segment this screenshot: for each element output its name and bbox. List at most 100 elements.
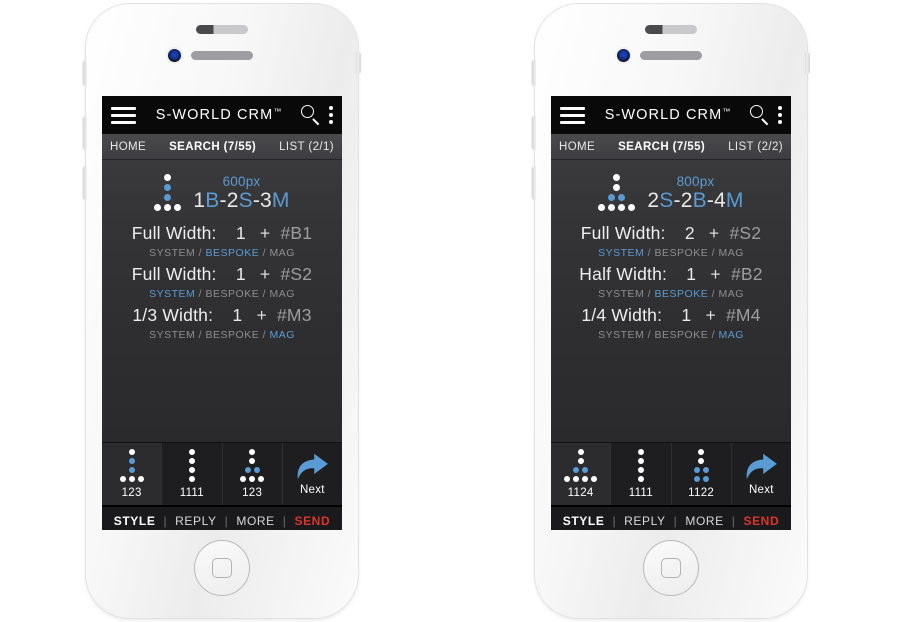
quantity-value[interactable]: 1 xyxy=(232,223,250,244)
style-button[interactable]: STYLE xyxy=(563,514,605,528)
nav-tabs: HOME SEARCH (7/55) LIST (2/2) xyxy=(551,134,791,160)
width-label: Full Width: xyxy=(131,264,232,284)
dot-white xyxy=(258,476,265,482)
increment-button[interactable]: + xyxy=(246,305,277,325)
hamburger-icon[interactable] xyxy=(111,106,136,124)
dot-row xyxy=(188,449,195,455)
more-button[interactable]: MORE xyxy=(236,514,274,528)
dot-white xyxy=(154,203,162,211)
silent-switch[interactable] xyxy=(83,60,87,86)
option-mag[interactable]: MAG xyxy=(270,288,295,300)
width-label: Half Width: xyxy=(579,264,683,284)
dot-white xyxy=(164,203,172,211)
forward-arrow-icon xyxy=(298,453,329,480)
forward-arrow-icon xyxy=(747,453,778,480)
option-bespoke[interactable]: BESPOKE xyxy=(206,329,260,341)
screen-right: S-WORLD CRM™ HOME SEARCH (7/55) LIST (2/2) 8… xyxy=(551,96,791,530)
tab-home[interactable]: HOME xyxy=(110,141,146,153)
option-mag[interactable]: MAG xyxy=(270,247,295,259)
pattern-button-1111[interactable]: 1111 xyxy=(162,443,223,505)
pattern-button-next[interactable]: Next xyxy=(283,443,342,505)
pattern-button-next[interactable]: Next xyxy=(732,443,791,505)
tab-list[interactable]: LIST (2/2) xyxy=(728,141,783,153)
pattern-caption: 123 xyxy=(121,487,142,499)
quantity-value[interactable]: 1 xyxy=(682,264,700,285)
option-system[interactable]: SYSTEM xyxy=(598,247,644,259)
increment-button[interactable]: + xyxy=(250,223,281,243)
quantity-value[interactable]: 1 xyxy=(232,264,250,285)
option-bespoke[interactable]: BESPOKE xyxy=(655,288,709,300)
option-bespoke[interactable]: BESPOKE xyxy=(206,247,260,259)
send-button[interactable]: SEND xyxy=(294,514,330,528)
config-row-main: Half Width: 1 + #B2 xyxy=(551,264,791,285)
option-separator: / xyxy=(708,288,719,300)
home-button[interactable] xyxy=(643,540,699,596)
dot-row xyxy=(613,183,621,191)
option-system[interactable]: SYSTEM xyxy=(149,329,195,341)
tab-list[interactable]: LIST (2/1) xyxy=(279,141,334,153)
power-button[interactable] xyxy=(806,52,810,74)
phone-device-right: S-WORLD CRM™ HOME SEARCH (7/55) LIST (2/2) 8… xyxy=(532,4,810,618)
tab-search[interactable]: SEARCH (7/55) xyxy=(618,141,705,153)
pattern-button-123[interactable]: 123 xyxy=(102,443,163,505)
pattern-button-1111[interactable]: 1111 xyxy=(611,443,672,505)
volume-down-button[interactable] xyxy=(532,166,536,200)
pattern-caption: 1122 xyxy=(688,487,715,499)
option-bespoke[interactable]: BESPOKE xyxy=(655,329,709,341)
option-bespoke[interactable]: BESPOKE xyxy=(206,288,260,300)
increment-button[interactable]: + xyxy=(695,305,726,325)
increment-button[interactable]: + xyxy=(700,264,731,284)
dot-white xyxy=(698,449,705,455)
pattern-button-1124[interactable]: 1124 xyxy=(551,443,612,505)
send-button[interactable]: SEND xyxy=(743,514,779,528)
option-mag[interactable]: MAG xyxy=(719,329,744,341)
earpiece-speaker xyxy=(640,51,702,60)
config-row-main: Full Width: 1 + #S2 xyxy=(102,264,342,285)
dot-white xyxy=(577,449,584,455)
search-icon[interactable] xyxy=(750,104,771,126)
volume-up-button[interactable] xyxy=(83,116,87,150)
dot-white xyxy=(128,476,135,482)
kebab-menu-icon[interactable] xyxy=(329,106,333,124)
power-button[interactable] xyxy=(357,52,361,74)
more-button[interactable]: MORE xyxy=(685,514,723,528)
volume-up-button[interactable] xyxy=(532,116,536,150)
dot-white xyxy=(591,476,598,482)
reply-button[interactable]: REPLY xyxy=(175,514,216,528)
option-system[interactable]: SYSTEM xyxy=(149,288,195,300)
quantity-value[interactable]: 1 xyxy=(228,305,246,326)
option-separator: / xyxy=(259,247,270,259)
option-mag[interactable]: MAG xyxy=(719,247,744,259)
hamburger-icon[interactable] xyxy=(560,106,585,124)
kebab-menu-icon[interactable] xyxy=(778,106,782,124)
search-icon[interactable] xyxy=(301,104,322,126)
config-row-main: 1/4 Width: 1 + #M4 xyxy=(551,305,791,326)
summary-row: 600px 1B-2S-3M xyxy=(102,160,342,218)
pattern-button-1122[interactable]: 1122 xyxy=(672,443,732,505)
quantity-value[interactable]: 1 xyxy=(677,305,695,326)
option-bespoke[interactable]: BESPOKE xyxy=(655,247,709,259)
front-camera-icon xyxy=(617,49,630,62)
silent-switch[interactable] xyxy=(532,60,536,86)
option-system[interactable]: SYSTEM xyxy=(598,288,644,300)
pattern-button-123[interactable]: 123 xyxy=(223,443,283,505)
config-row: 1/3 Width: 1 + #M3 SYSTEM / BESPOKE / MAG xyxy=(102,300,342,341)
style-button[interactable]: STYLE xyxy=(114,514,156,528)
increment-button[interactable]: + xyxy=(699,223,730,243)
tab-home[interactable]: HOME xyxy=(559,141,595,153)
home-button[interactable] xyxy=(194,540,250,596)
option-system[interactable]: SYSTEM xyxy=(149,247,195,259)
action-bar: STYLE | REPLY | MORE | SEND xyxy=(551,505,791,530)
quantity-value[interactable]: 2 xyxy=(681,223,699,244)
option-system[interactable]: SYSTEM xyxy=(598,329,644,341)
width-label: Full Width: xyxy=(131,223,232,243)
option-separator: / xyxy=(195,288,206,300)
option-mag[interactable]: MAG xyxy=(719,288,744,300)
code-part: B xyxy=(692,189,707,213)
dot-row xyxy=(577,458,584,464)
tab-search[interactable]: SEARCH (7/55) xyxy=(169,141,256,153)
reply-button[interactable]: REPLY xyxy=(624,514,665,528)
volume-down-button[interactable] xyxy=(83,166,87,200)
increment-button[interactable]: + xyxy=(250,264,281,284)
option-mag[interactable]: MAG xyxy=(270,329,295,341)
